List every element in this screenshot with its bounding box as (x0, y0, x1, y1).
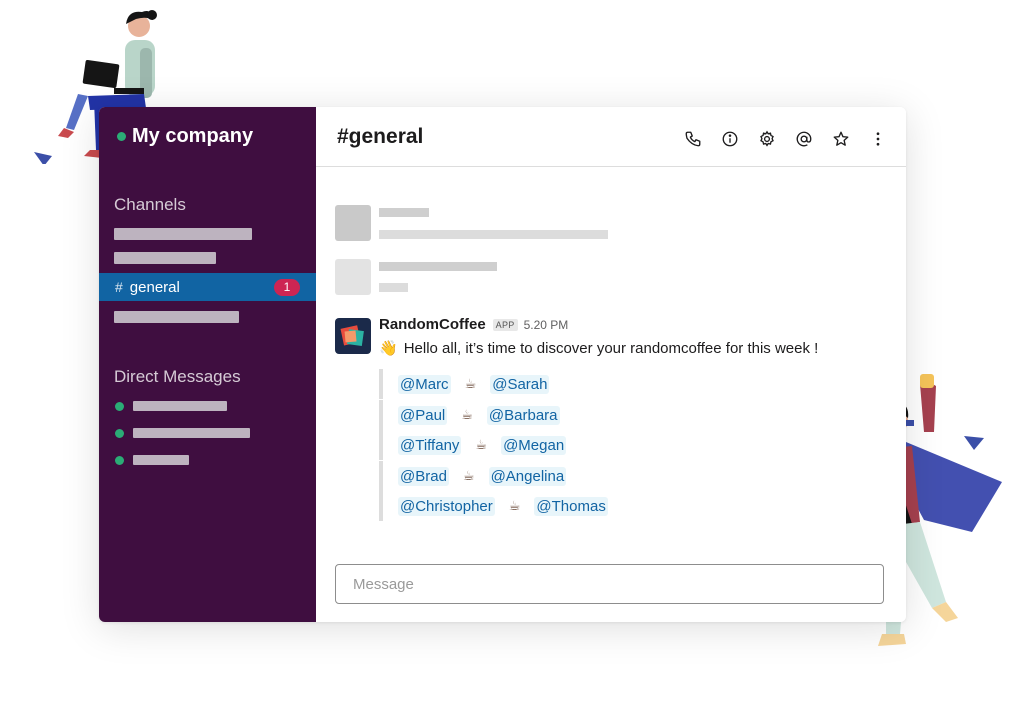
online-status-icon (115, 401, 124, 411)
sidebar-item-general[interactable]: # general 1 (99, 273, 316, 301)
user-mention[interactable]: @Barbara (486, 405, 560, 425)
user-mention[interactable]: @Christopher (398, 496, 495, 516)
waving-hand-icon: 👋 (379, 340, 398, 357)
gear-icon[interactable] (757, 129, 777, 149)
user-mention[interactable]: @Tiffany (398, 435, 462, 455)
direct-messages-section-title[interactable]: Direct Messages (114, 367, 241, 387)
dm-name-placeholder (133, 455, 189, 465)
dm-item[interactable] (115, 455, 189, 465)
message-author[interactable]: RandomCoffee (379, 316, 486, 333)
coffee-icon: ☕ (461, 407, 473, 422)
coffee-icon: ☕ (475, 437, 488, 452)
online-status-icon (117, 132, 126, 141)
channel-placeholder[interactable] (114, 311, 239, 323)
header-toolbar (666, 129, 888, 149)
star-icon[interactable] (831, 129, 851, 149)
pair-row: @Christopher ☕ @Thomas (379, 491, 608, 521)
user-mention[interactable]: @Megan (501, 435, 567, 455)
info-icon[interactable] (720, 129, 740, 149)
user-mention[interactable]: @Thomas (534, 496, 608, 516)
online-status-icon (115, 428, 124, 438)
sidebar: My company Channels # general 1 Direct M… (99, 107, 316, 622)
channel-view: #general RandomCoffee APP 5.20 PM 👋 Hell… (316, 107, 906, 622)
user-mention[interactable]: @Marc (398, 374, 451, 394)
channel-title: #general (337, 125, 424, 148)
author-placeholder (379, 262, 497, 271)
avatar-placeholder (335, 205, 371, 241)
author-placeholder (379, 208, 429, 217)
pair-row: @Brad ☕ @Angelina (379, 461, 567, 491)
pair-row: @Marc ☕ @Sarah (379, 369, 550, 399)
app-badge: APP (492, 318, 518, 331)
workspace-name: My company (132, 125, 254, 147)
message-input[interactable] (335, 564, 884, 604)
channels-section-title[interactable]: Channels (114, 195, 186, 215)
message-body: Hello all, it’s time to discover your ra… (403, 340, 819, 357)
channel-placeholder[interactable] (114, 252, 216, 264)
phone-icon[interactable] (683, 129, 703, 149)
online-status-icon (115, 455, 124, 465)
dm-name-placeholder (133, 401, 227, 411)
at-icon[interactable] (794, 129, 814, 149)
randomcoffee-avatar[interactable] (335, 318, 371, 354)
coffee-icon: ☕ (508, 498, 521, 513)
channel-placeholder[interactable] (114, 228, 252, 240)
avatar-placeholder (335, 259, 371, 295)
pair-row: @Paul ☕ @Barbara (379, 400, 560, 430)
sidebar-item-label: general (129, 278, 180, 296)
channel-header: #general (316, 107, 906, 167)
more-icon[interactable] (868, 129, 888, 149)
workspace-switcher[interactable]: My company (117, 125, 253, 148)
pair-row: @Tiffany ☕ @Megan (379, 430, 567, 460)
dm-item[interactable] (115, 428, 250, 438)
message-placeholder (379, 283, 408, 292)
dm-item[interactable] (115, 401, 227, 411)
user-mention[interactable]: @Paul (398, 405, 448, 425)
dm-name-placeholder (133, 428, 250, 438)
user-mention[interactable]: @Angelina (488, 466, 567, 486)
user-mention[interactable]: @Sarah (490, 374, 550, 394)
coffee-icon: ☕ (462, 468, 475, 483)
unread-count-badge: 1 (274, 279, 300, 296)
message-placeholder (379, 230, 608, 239)
message-timestamp[interactable]: 5.20 PM (524, 318, 569, 332)
hash-icon: # (115, 279, 123, 295)
chat-app-window: My company Channels # general 1 Direct M… (99, 107, 906, 622)
user-mention[interactable]: @Brad (398, 466, 449, 486)
coffee-icon: ☕ (464, 376, 477, 391)
message-text: 👋 Hello all, it’s time to discover your r… (379, 339, 818, 357)
